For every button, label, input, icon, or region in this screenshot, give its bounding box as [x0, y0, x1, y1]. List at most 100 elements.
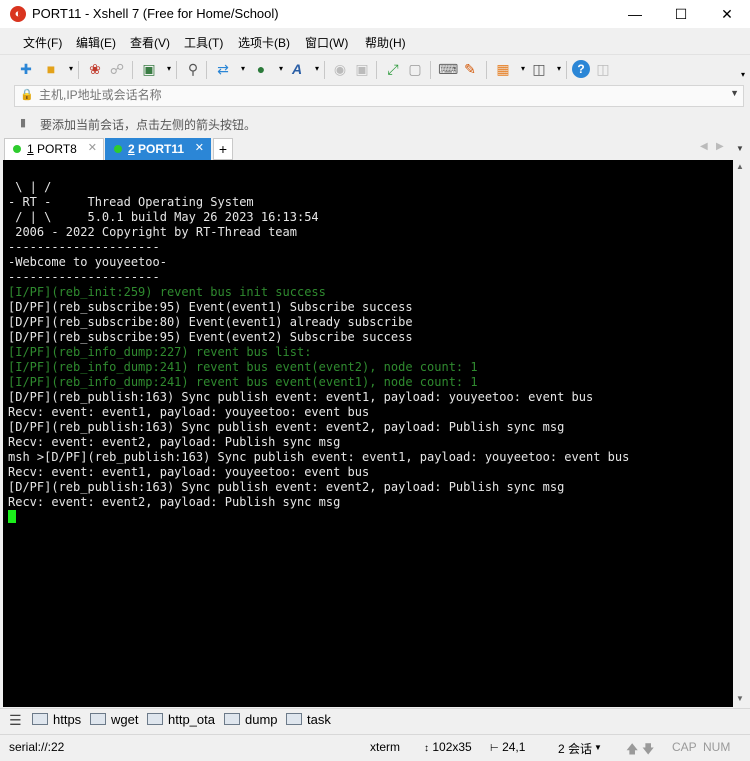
cursor-position: ⊢ 24,1 — [490, 740, 525, 754]
terminal-line: [I/PF](reb_init:259) revent bus init suc… — [8, 285, 326, 299]
scroll-down-icon[interactable]: ▼ — [736, 694, 744, 703]
highlight-icon[interactable]: ✎ — [461, 60, 479, 78]
disconnect-icon[interactable]: ❀ — [86, 60, 104, 78]
connection-status: serial://:22 — [9, 740, 65, 754]
menu-bar: 文件(F) 编辑(E) 查看(V) 工具(T) 选项卡(B) 窗口(W) 帮助(… — [0, 28, 750, 54]
terminal-line: [D/PF](reb_publish:163) Sync publish eve… — [8, 390, 594, 404]
resize-icon: ↕ — [424, 743, 429, 754]
tab-index: 2 — [128, 142, 135, 156]
session-address-input[interactable] — [39, 87, 719, 103]
terminal-area[interactable]: \ | / - RT - Thread Operating System / |… — [3, 160, 733, 707]
reconnect-icon[interactable]: ☍ — [108, 60, 126, 78]
new-session-icon[interactable]: ✚ — [17, 60, 35, 78]
add-tab-button[interactable]: + — [213, 138, 233, 160]
terminal-line: Recv: event: event2, payload: Publish sy… — [8, 495, 341, 509]
layout-icon[interactable]: ◫ — [530, 60, 548, 78]
script-icon[interactable]: ◉ — [331, 60, 349, 78]
connected-dot-icon — [114, 145, 122, 153]
num-lock-indicator: NUM — [703, 740, 731, 754]
chat-icon[interactable]: ◫ — [594, 60, 612, 78]
terminal-line: [D/PF](reb_subscribe:80) Event(event1) a… — [8, 315, 413, 329]
properties-icon[interactable]: ▣ — [140, 60, 158, 78]
record-icon[interactable]: ▣ — [353, 60, 371, 78]
maximize-button[interactable]: ☐ — [658, 0, 704, 28]
hint-text: 要添加当前会话，点击左侧的箭头按钮。 — [40, 118, 257, 132]
quick-button-https[interactable]: https — [32, 712, 81, 727]
session-dropdown-icon[interactable]: ▼ — [594, 743, 602, 752]
lock-icon[interactable]: ▢ — [406, 60, 424, 78]
terminal-line: / | \ 5.0.1 build May 26 2023 16:13:54 — [8, 210, 319, 224]
quick-button-dump[interactable]: dump — [224, 712, 278, 727]
session-count: 2 会话 — [558, 742, 593, 756]
quick-button-label: dump — [245, 712, 278, 727]
cursor-position-value: 24,1 — [502, 740, 526, 754]
terminal-line: Recv: event: event1, payload: youyeetoo:… — [8, 465, 370, 479]
menu-edit[interactable]: 编辑(E) — [76, 34, 116, 51]
address-dropdown-icon[interactable]: ▼ — [730, 88, 739, 98]
tab-prev-icon[interactable]: ◀ — [700, 141, 708, 152]
terminal-line: Recv: event: event2, payload: Publish sy… — [8, 435, 341, 449]
tab-list-icon[interactable]: ▼ — [736, 144, 744, 153]
caps-lock-indicator: CAP — [672, 740, 697, 754]
terminal-line: -Webcome to youyeetoo- — [8, 255, 167, 269]
minimize-button[interactable]: — — [612, 0, 658, 28]
terminal-line: \ | / — [8, 180, 52, 194]
tab-next-icon[interactable]: ▶ — [716, 141, 724, 152]
title-bar: ◐ PORT11 - Xshell 7 (Free for Home/Schoo… — [0, 0, 750, 28]
close-button[interactable]: ✕ — [704, 0, 750, 28]
window-title: PORT11 - Xshell 7 (Free for Home/School) — [32, 6, 279, 21]
menu-window[interactable]: 窗口(W) — [305, 34, 348, 51]
address-bar[interactable]: 🔒 ▼ — [14, 85, 744, 107]
scroll-up-icon[interactable]: ▲ — [736, 162, 744, 171]
keyboard-icon — [147, 713, 163, 725]
lock-icon: 🔒 — [20, 89, 34, 101]
tab-port11[interactable]: 2 PORT11 ✕ — [105, 138, 211, 160]
hint-bar: ▮ 要添加当前会话，点击左侧的箭头按钮。 — [14, 113, 742, 133]
menu-help[interactable]: 帮助(H) — [365, 34, 406, 51]
fullscreen-icon[interactable]: ⤢ — [384, 60, 402, 78]
terminal-line: [D/PF](reb_publish:163) Sync publish eve… — [8, 420, 565, 434]
bookmark-icon[interactable]: ▮ — [20, 116, 26, 129]
close-tab-icon[interactable]: ✕ — [88, 141, 97, 154]
open-folder-icon[interactable]: ■ — [42, 60, 60, 78]
quick-button-http-ota[interactable]: http_ota — [147, 712, 215, 727]
menu-tab[interactable]: 选项卡(B) — [238, 34, 290, 51]
quick-command-menu-icon[interactable]: ☰ — [9, 712, 22, 729]
keyboard-icon — [32, 713, 48, 725]
toolbar: ✚ ■ ▾ ❀ ☍ ▣ ▾ ⚲ ⇄ ▾ ● ▾ A ▾ ◉ ▣ ⤢ ▢ ⌨ ✎ … — [0, 54, 750, 85]
quick-button-task[interactable]: task — [286, 712, 331, 727]
terminal-line: - RT - Thread Operating System — [8, 195, 254, 209]
close-tab-icon[interactable]: ✕ — [195, 141, 204, 154]
menu-tools[interactable]: 工具(T) — [184, 34, 223, 51]
terminal-size: ↕ 102x35 — [424, 740, 472, 754]
terminal-output: \ | / - RT - Thread Operating System / |… — [8, 180, 629, 525]
status-bar: serial://:22 xterm ↕ 102x35 ⊢ 24,1 2 会话 … — [0, 734, 750, 759]
quick-button-wget[interactable]: wget — [90, 712, 138, 727]
transfer-dropdown-icon[interactable]: ▾ — [234, 60, 252, 78]
connected-dot-icon — [13, 145, 21, 153]
terminal-line: --------------------- — [8, 240, 160, 254]
terminal-line: [I/PF](reb_info_dump:241) revent bus eve… — [8, 375, 478, 389]
tab-bar: 1 PORT8 ✕ 2 PORT11 ✕ + ◀ ▶ ▼ — [0, 137, 750, 160]
font-icon[interactable]: A — [288, 60, 306, 78]
help-icon[interactable]: ? — [572, 60, 590, 78]
terminal-line: [D/PF](reb_subscribe:95) Event(event2) S… — [8, 330, 413, 344]
quick-button-label: http_ota — [168, 712, 215, 727]
terminal-line: --------------------- — [8, 270, 160, 284]
xshell-logo-icon: ◐ — [10, 6, 26, 22]
new-tab-icon[interactable]: ▦ — [494, 60, 512, 78]
menu-file[interactable]: 文件(F) — [23, 34, 62, 51]
cursor-icon: ⊢ — [490, 743, 499, 754]
menu-view[interactable]: 查看(V) — [130, 34, 170, 51]
toolbar-more-icon[interactable]: ▾ — [734, 66, 750, 84]
transfer-icon[interactable]: ⇄ — [214, 60, 232, 78]
keyboard-icon — [90, 713, 106, 725]
tab-port8[interactable]: 1 PORT8 ✕ — [4, 138, 104, 160]
terminal-line: msh >[D/PF](reb_publish:163) Sync publis… — [8, 450, 630, 464]
keyboard-icon[interactable]: ⌨ — [438, 60, 458, 78]
terminal-scrollbar[interactable]: ▲ ▼ — [733, 160, 747, 707]
search-icon[interactable]: ⚲ — [184, 60, 202, 78]
quick-button-label: wget — [111, 712, 139, 727]
terminal-line: [I/PF](reb_info_dump:241) revent bus eve… — [8, 360, 478, 374]
globe-icon[interactable]: ● — [252, 60, 270, 78]
